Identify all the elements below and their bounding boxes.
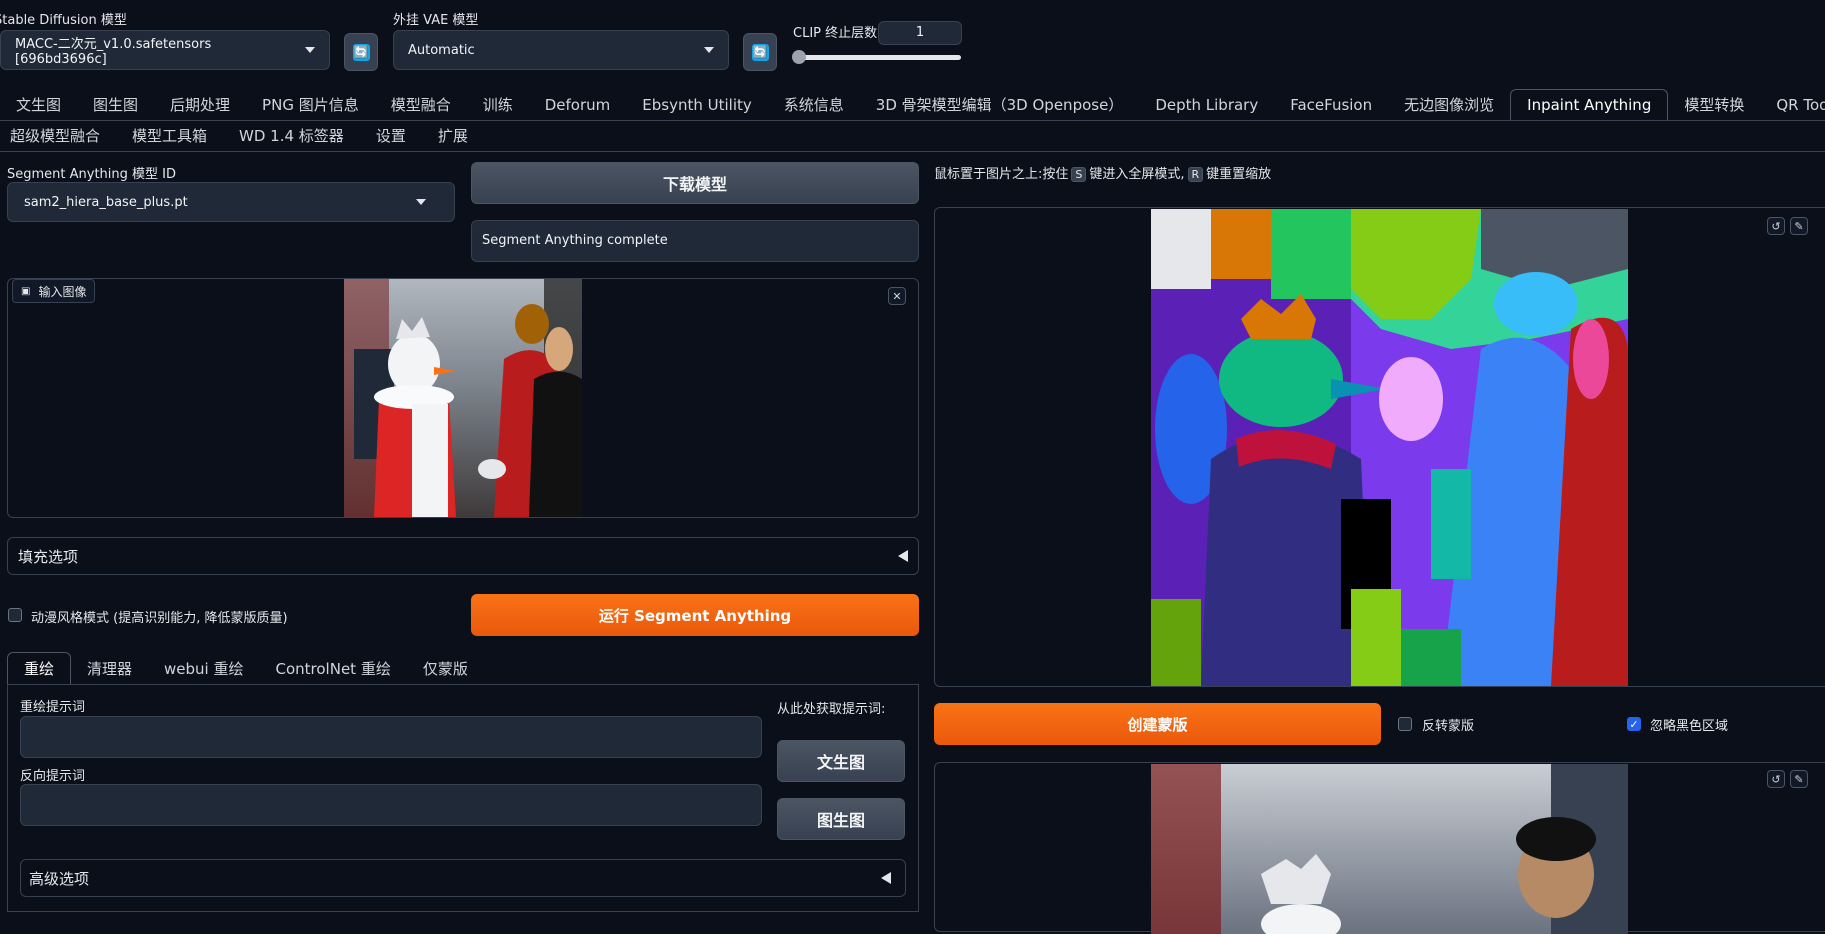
image-icon: ▣ (21, 285, 31, 297)
main-tab-item[interactable]: QR Toolkit (1760, 90, 1825, 120)
ignore-black-label: 忽略黑色区域 (1650, 719, 1729, 734)
fullscreen-hint: 鼠标置于图片之上:按住 S 键进入全屏模式, R 键重置缩放 (934, 163, 1271, 182)
run-segment-anything-button[interactable]: 运行 Segment Anything (471, 594, 919, 636)
hint-text: 键重置缩放 (1206, 167, 1272, 182)
sd-model-dropdown[interactable]: MACC-二次元_v1.0.safetensors [696bd3696c] (0, 30, 330, 70)
main-tab-item[interactable]: 文生图 (0, 90, 77, 120)
main-tab-item[interactable]: Inpaint Anything (1510, 89, 1669, 120)
inpaint-subtab[interactable]: 重绘 (7, 652, 72, 685)
inpaint-subtabs: 重绘 清理器 webui 重绘 ControlNet 重绘 仅蒙版 (7, 652, 484, 685)
mask-preview-photo (1151, 764, 1628, 934)
segmentation-image[interactable] (1151, 209, 1628, 686)
chevron-down-icon (305, 47, 315, 53)
hint-text: 鼠标置于图片之上:按住 (934, 167, 1069, 182)
collapse-arrow-icon (898, 550, 908, 562)
main-tab-item[interactable]: 训练 (467, 90, 529, 120)
key-s: S (1071, 167, 1087, 182)
ignore-black-checkbox[interactable]: ✓ (1627, 717, 1641, 731)
input-image-panel[interactable]: ▣ 输入图像 ✕ (7, 278, 919, 518)
status-textbox[interactable]: Segment Anything complete (471, 220, 919, 262)
inpaint-subtab[interactable]: 清理器 (71, 653, 148, 685)
input-image-label: 输入图像 (38, 284, 87, 299)
main-tab-item[interactable]: 超级模型融合 (0, 121, 116, 151)
brush-icon[interactable]: ✎ (1790, 770, 1808, 788)
sd-model-label: Stable Diffusion 模型 (0, 13, 127, 28)
fill-options-label: 填充选项 (18, 547, 79, 566)
inpaint-subtab[interactable]: 仅蒙版 (407, 653, 484, 685)
main-tab-item[interactable]: 3D 骨架模型编辑（3D Openpose） (860, 90, 1140, 120)
main-tab-item[interactable]: 模型融合 (375, 90, 467, 120)
main-tab-item[interactable]: Ebsynth Utility (626, 90, 767, 120)
advanced-options-accordion[interactable]: 高级选项 (20, 859, 906, 897)
collapse-arrow-icon (881, 872, 891, 884)
vae-dropdown[interactable]: Automatic (393, 30, 729, 70)
main-tab-item[interactable]: 模型工具箱 (116, 121, 223, 151)
main-tab-item[interactable]: Deforum (529, 90, 627, 120)
sam-model-value: sam2_hiera_base_plus.pt (24, 194, 188, 210)
key-r: R (1187, 167, 1204, 182)
refresh-vae-button[interactable]: 🔄 (743, 33, 777, 71)
clip-number-input[interactable]: 1 (878, 21, 962, 45)
segmentation-mask-visual (1151, 209, 1628, 686)
refresh-icon: 🔄 (352, 43, 370, 61)
main-tab-item[interactable]: 无边图像浏览 (1388, 90, 1510, 120)
input-image-badge: ▣ 输入图像 (12, 279, 96, 303)
input-image-photo (344, 279, 582, 517)
anime-style-label: 动漫风格模式 (提高识别能力, 降低蒙版质量) (31, 611, 288, 626)
chevron-down-icon (416, 199, 426, 205)
sd-model-value: MACC-二次元_v1.0.safetensors [696bd3696c] (15, 37, 212, 67)
clip-slider-handle[interactable] (792, 50, 806, 64)
txt2img-prompt-button[interactable]: 文生图 (777, 740, 905, 782)
undo-icon[interactable]: ↺ (1767, 770, 1785, 788)
anime-style-checkbox[interactable] (8, 608, 22, 622)
sam-model-label: Segment Anything 模型 ID (7, 167, 177, 182)
brush-icon[interactable]: ✎ (1790, 217, 1808, 235)
invert-mask-label: 反转蒙版 (1422, 719, 1475, 734)
tabs-divider (0, 151, 1825, 152)
sam-model-dropdown[interactable]: sam2_hiera_base_plus.pt (7, 182, 455, 222)
create-mask-button[interactable]: 创建蒙版 (934, 703, 1381, 745)
refresh-sd-model-button[interactable]: 🔄 (344, 33, 378, 71)
undo-icon[interactable]: ↺ (1767, 217, 1785, 235)
main-tabs-row2: 超级模型融合 模型工具箱 WD 1.4 标签器 设置 扩展 (0, 121, 1819, 151)
invert-mask-checkbox[interactable] (1398, 717, 1412, 731)
main-tab-item[interactable]: 后期处理 (154, 90, 246, 120)
main-tab-item[interactable]: PNG 图片信息 (246, 90, 375, 120)
clip-label: CLIP 终止层数 (793, 26, 878, 41)
mask-preview-image[interactable] (1151, 764, 1628, 934)
main-tab-item[interactable]: 图生图 (77, 90, 154, 120)
mask-preview-panel[interactable]: ↺ ✎ (934, 762, 1825, 934)
main-tab-item[interactable]: 扩展 (422, 121, 484, 151)
main-tab-item[interactable]: 系统信息 (768, 90, 860, 120)
vae-label: 外挂 VAE 模型 (393, 13, 479, 28)
refresh-icon: 🔄 (751, 43, 769, 61)
inpaint-prompt-textarea[interactable] (20, 716, 762, 758)
hint-text: 键进入全屏模式, (1089, 167, 1185, 182)
chevron-down-icon (704, 47, 714, 53)
negative-prompt-label: 反向提示词 (20, 769, 86, 784)
download-model-button[interactable]: 下载模型 (471, 162, 919, 204)
main-tab-item[interactable]: WD 1.4 标签器 (223, 121, 360, 151)
inpaint-prompt-label: 重绘提示词 (20, 700, 86, 715)
main-tabs-row1: 文生图 图生图 后期处理 PNG 图片信息 模型融合 训练 Deforum Ebsynth U… (0, 89, 1825, 120)
main-tab-item[interactable]: 模型转换 (1668, 90, 1760, 120)
main-tab-item[interactable]: 设置 (360, 121, 422, 151)
vae-value: Automatic (408, 42, 475, 58)
main-tab-item[interactable]: FaceFusion (1274, 90, 1388, 120)
fill-options-accordion[interactable]: 填充选项 (7, 537, 919, 575)
segmentation-canvas-panel[interactable]: ↺ ✎ (934, 207, 1825, 687)
inpaint-subtab[interactable]: ControlNet 重绘 (260, 653, 407, 685)
get-prompt-label: 从此处获取提示词: (777, 702, 886, 717)
img2img-prompt-button[interactable]: 图生图 (777, 798, 905, 840)
clip-slider-track[interactable] (795, 55, 961, 60)
inpaint-subtab[interactable]: webui 重绘 (148, 653, 259, 685)
main-tab-item[interactable]: Depth Library (1139, 90, 1274, 120)
advanced-options-label: 高级选项 (29, 869, 90, 888)
close-icon[interactable]: ✕ (888, 287, 906, 305)
snowman-street-photo (344, 279, 582, 517)
negative-prompt-textarea[interactable] (20, 784, 762, 826)
